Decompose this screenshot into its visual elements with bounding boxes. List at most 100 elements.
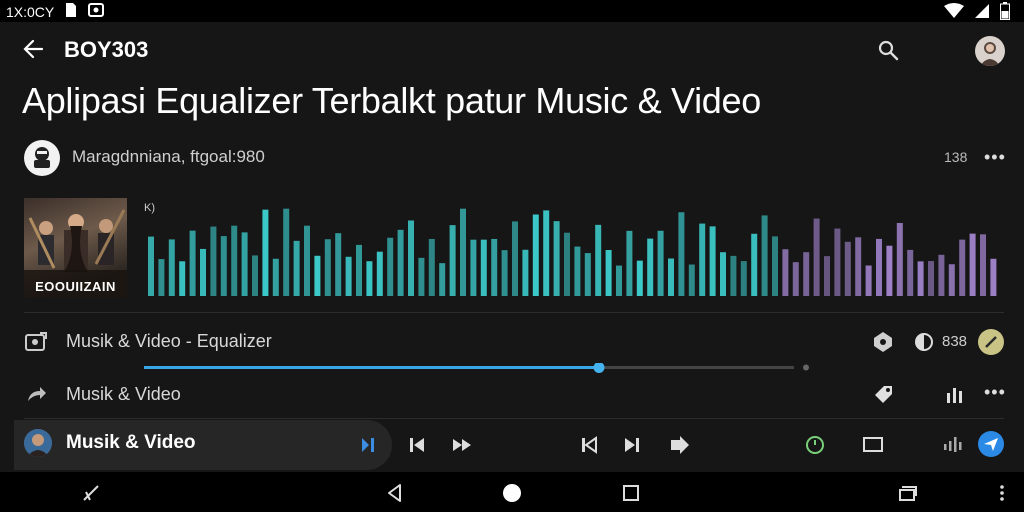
waveform-bar (813, 218, 820, 296)
home-icon[interactable] (501, 482, 523, 504)
volume-bars-icon[interactable] (941, 433, 965, 457)
waveform-bar (990, 258, 997, 296)
waveform-bar (564, 232, 570, 296)
more-options-icon-2[interactable]: ••• (984, 382, 1006, 403)
waveform-bar (668, 258, 674, 296)
waveform-bar (179, 261, 186, 296)
equalizer-icon (24, 330, 48, 354)
screen-icon[interactable] (861, 433, 885, 457)
waveform-bar (844, 241, 851, 296)
menu-icon[interactable] (995, 482, 1009, 504)
search-icon[interactable] (876, 38, 900, 62)
waveform-bar (803, 252, 810, 296)
settings-badge-icon[interactable] (871, 330, 895, 354)
waveform-bar (584, 253, 591, 296)
send-icon[interactable] (978, 431, 1004, 457)
waveform-bar (314, 255, 321, 296)
equalizer-slider[interactable] (142, 360, 810, 373)
recent-apps-icon[interactable] (80, 482, 102, 504)
waveform-bar (824, 256, 830, 296)
waveform-bar (168, 239, 175, 296)
waveform-bar (200, 248, 206, 296)
waveform-bar (543, 210, 550, 296)
app-title: BOY303 (64, 37, 149, 62)
equalizer-row[interactable]: Musik & Video - Equalizer 838 (0, 322, 1024, 362)
waveform-bar (356, 244, 362, 296)
waveform-bar (730, 255, 737, 296)
waveform-bar (574, 246, 581, 296)
waveform-bar (938, 254, 945, 296)
fast-forward-icon[interactable] (450, 433, 474, 457)
waveform-bar (304, 225, 310, 296)
signal-icon (974, 3, 990, 22)
back-arrow-icon[interactable] (22, 38, 44, 60)
media-label: Musik & Video (66, 384, 181, 404)
waveform-bar (272, 258, 279, 296)
waveform-bar (324, 239, 331, 296)
waveform-bar (959, 239, 966, 296)
waveform-bar (616, 265, 622, 296)
waveform-bar (626, 230, 633, 296)
album-cover[interactable]: EOOUIIZAIN (24, 198, 127, 298)
waveform-bars (148, 208, 997, 296)
waveform-bar (231, 225, 238, 296)
next-icon[interactable] (620, 433, 644, 457)
waveform-bar (408, 220, 414, 296)
share-icon[interactable] (24, 383, 48, 407)
status-bar: 1X:0CY (0, 0, 1024, 22)
waveform-visualizer[interactable] (144, 198, 1008, 298)
waveform-bar (678, 212, 685, 296)
media-row[interactable]: Musik & Video ••• (0, 376, 1024, 416)
profile-avatar[interactable] (975, 36, 1005, 66)
skip-previous-icon[interactable] (405, 433, 429, 457)
slider-fill (144, 366, 599, 369)
waveform-bar (439, 263, 446, 296)
play-pause-icon[interactable] (356, 433, 380, 457)
view-count: 138 (944, 149, 968, 165)
waveform-bar (449, 225, 456, 296)
waveform-bar (283, 208, 290, 296)
waveform-bar (293, 240, 300, 296)
waveform-bar (855, 237, 862, 296)
tag-icon[interactable] (872, 383, 896, 407)
cast-icon[interactable] (896, 482, 918, 504)
waveform-bar (896, 222, 903, 296)
status-time: 1X:0CY (6, 3, 55, 20)
bars-icon[interactable] (943, 383, 967, 407)
timer-icon[interactable] (803, 433, 827, 457)
overview-icon[interactable] (620, 482, 642, 504)
slider-thumb (593, 362, 605, 373)
waveform-bar (501, 250, 508, 296)
waveform-bar (512, 221, 518, 296)
waveform-bar (740, 261, 747, 296)
waveform-bar (418, 257, 425, 296)
waveform-bar (688, 264, 695, 296)
waveform-bar (376, 251, 383, 296)
more-options-icon[interactable]: ••• (984, 147, 1006, 168)
now-playing-title[interactable]: Musik & Video (66, 432, 196, 454)
waveform-bar (345, 256, 352, 296)
author-name[interactable]: Maragdnniana, ftgoal:980 (72, 147, 265, 167)
waveform-bar (917, 261, 924, 296)
equalizer-label: Musik & Video - Equalizer (66, 331, 272, 351)
waveform-bar (262, 209, 269, 296)
top-app-bar: BOY303 (0, 22, 1024, 78)
waveform-bar (553, 221, 560, 296)
wifi-icon (944, 3, 964, 22)
previous-icon[interactable] (577, 433, 601, 457)
preset-icon[interactable] (978, 329, 1004, 355)
back-icon[interactable] (384, 482, 406, 504)
waveform-bar (834, 228, 841, 296)
contrast-icon[interactable] (912, 330, 936, 354)
forward-icon[interactable] (668, 433, 692, 457)
notification-icon (64, 2, 78, 21)
waveform-bar (220, 236, 227, 296)
author-logo[interactable] (24, 140, 60, 176)
waveform-bar (699, 223, 706, 296)
waveform-bar (647, 238, 654, 296)
waveform-bar (397, 229, 404, 296)
now-playing-thumbnail[interactable] (24, 429, 52, 457)
waveform-bar (241, 232, 248, 296)
cover-label: EOOUIIZAIN (35, 279, 116, 294)
waveform-bar (460, 208, 466, 296)
